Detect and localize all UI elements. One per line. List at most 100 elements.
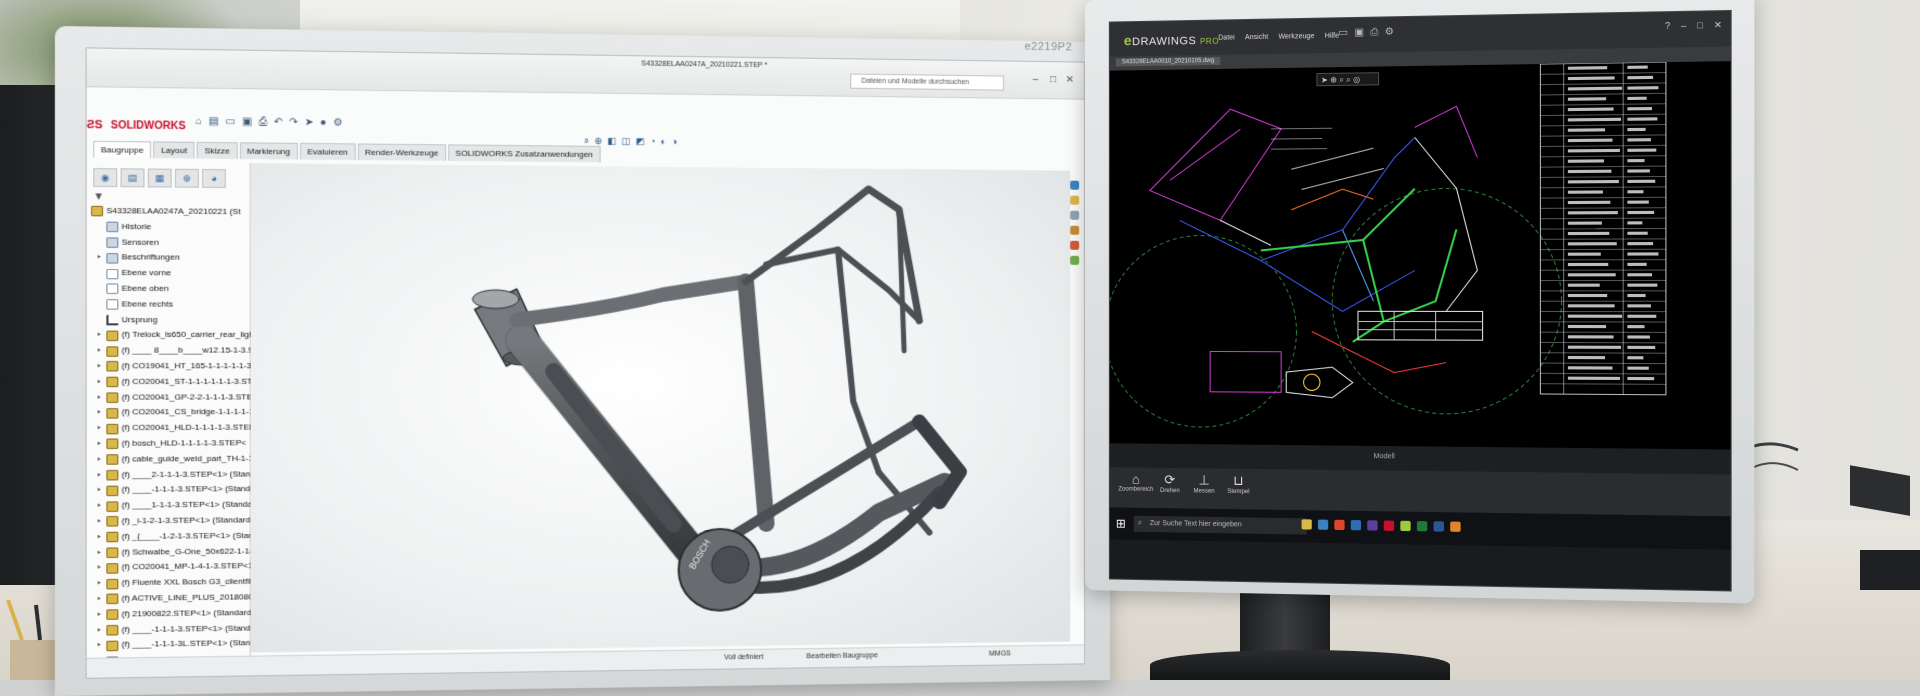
search-input[interactable]: Dateien und Modelle durchsuchen (850, 73, 1004, 90)
file-explorer-icon[interactable] (1070, 211, 1079, 220)
scene-icon[interactable]: ◑ (671, 136, 677, 147)
drawing-canvas[interactable]: ➤ ⊕ ⌕ ⌕ ◎ (1110, 61, 1731, 449)
tree-item[interactable]: ▸(f) bosch_HLD-1-1-1-1-3.STEP< (91, 436, 254, 452)
feature-tree-tab-icon[interactable]: ◉ (93, 168, 117, 187)
tab-layout[interactable]: Layout (153, 141, 194, 158)
options-icon[interactable]: ⚙ (1385, 26, 1394, 37)
options-icon[interactable]: ⚙ (333, 117, 343, 129)
design-library-icon[interactable] (1070, 196, 1079, 205)
tree-item[interactable]: ▸(f) Schwalbe_G-One_50x622-1-1- (91, 544, 254, 561)
expand-arrow-icon[interactable]: ▸ (98, 467, 107, 483)
expand-arrow-icon[interactable]: ▸ (98, 343, 107, 359)
tree-item[interactable]: ▸(f) CO20041_GP-2-2-1-1-1-3.STEP (91, 390, 254, 406)
tree-item[interactable]: Ebene oben (91, 281, 254, 297)
maximize-icon[interactable]: □ (1050, 74, 1056, 85)
tree-item[interactable]: ▸(f) ____2-1-1-1-3.STEP<1> (Standard (91, 467, 254, 483)
tree-item[interactable]: ▸(f) _i-1-2-1-3.STEP<1> (Standard (91, 513, 254, 530)
home-icon[interactable]: ⌂ (196, 116, 203, 128)
tree-item[interactable]: Ebene rechts (91, 297, 254, 313)
menu-hilfe[interactable]: Hilfe (1325, 33, 1339, 40)
expand-arrow-icon[interactable]: ▸ (98, 436, 107, 452)
document-tab[interactable]: S43328ELAA0010_20210105.dwg (1116, 57, 1220, 67)
graphics-area[interactable]: BOSCH (251, 163, 1070, 652)
tree-item[interactable]: ▸(f) CO20041_HLD-1-1-1-1-3.STEP< (91, 420, 254, 436)
view-palette-icon[interactable] (1070, 226, 1079, 235)
powerpoint-icon[interactable] (1450, 522, 1460, 532)
expand-arrow-icon[interactable]: ▸ (98, 250, 107, 266)
tree-item[interactable]: ▸(f) CO20041_ST-1-1-1-1-1-1-3.STE (91, 374, 254, 390)
save-icon[interactable]: ▣ (242, 116, 252, 128)
property-manager-tab-icon[interactable]: ▤ (121, 168, 145, 187)
tree-item[interactable]: ▸(f) CO20041_CS_bridge-1-1-1-1-1 (91, 405, 254, 421)
tree-item[interactable]: ▸(f) _{____-1-2-1-3.STEP<1> (Stan (91, 528, 254, 545)
expand-arrow-icon[interactable]: ▸ (98, 622, 107, 638)
appearances-icon[interactable] (1070, 241, 1079, 250)
expand-arrow-icon[interactable]: ▸ (98, 359, 107, 375)
tab-markierung[interactable]: Markierung (240, 142, 298, 159)
maximize-icon[interactable]: □ (1697, 20, 1703, 32)
expand-arrow-icon[interactable]: ▸ (98, 374, 107, 390)
select-icon[interactable]: ➤ (305, 117, 314, 129)
appearance-icon[interactable]: ◐ (661, 136, 667, 147)
tree-root[interactable]: S43328ELAA0247A_20210221 (St (91, 204, 254, 221)
expand-arrow-icon[interactable]: ▸ (98, 560, 107, 576)
expand-arrow-icon[interactable]: ▸ (98, 421, 107, 437)
tree-item[interactable]: Ebene vorne (91, 266, 254, 282)
tree-item[interactable]: ▸(f) Fluente XXL Bosch G3_clientfil (91, 575, 254, 592)
tree-item[interactable]: ▸Beschriftungen (91, 250, 254, 266)
expand-arrow-icon[interactable]: ▸ (98, 390, 107, 406)
tree-item[interactable]: ▸(f) Trelock_ls650_carrier_rear_light (91, 328, 254, 344)
solidworks-icon[interactable] (1384, 521, 1394, 531)
configuration-tab-icon[interactable]: ▦ (148, 169, 172, 188)
tree-item[interactable]: ▸(f) ____-1-1-1-3.STEP<1> (Standar (91, 482, 254, 498)
windows-start-icon[interactable]: ⊞ (1116, 516, 1126, 530)
save-icon[interactable]: ▣ (1354, 27, 1364, 38)
hide-show-icon[interactable]: ◔ (650, 136, 656, 147)
view-orientation-icon[interactable]: ◫ (622, 136, 631, 147)
close-icon[interactable]: ✕ (1714, 20, 1722, 32)
expand-arrow-icon[interactable]: ▸ (98, 545, 107, 561)
edge-icon[interactable] (1318, 520, 1328, 530)
dimxpert-tab-icon[interactable]: ⊕ (175, 169, 199, 188)
menu-datei[interactable]: Datei (1218, 34, 1235, 41)
tree-item[interactable]: ▸(f) cable_guide_weld_part_TH-1-1 (91, 451, 254, 467)
expand-arrow-icon[interactable]: ▸ (98, 591, 107, 607)
minimize-icon[interactable]: – (1033, 74, 1039, 85)
open-icon[interactable]: ▭ (225, 116, 235, 128)
section-view-icon[interactable]: ◧ (608, 136, 617, 147)
help-icon[interactable]: ? (1665, 20, 1670, 32)
tree-item[interactable]: ▸(f) ____ 8____b____w12.15-1-3.ST (91, 343, 254, 359)
edrawings-icon[interactable] (1400, 521, 1410, 531)
menu-werkzeuge[interactable]: Werkzeuge (1278, 33, 1314, 41)
expand-arrow-icon[interactable]: ▸ (98, 498, 107, 514)
tree-item[interactable]: ▸(f) ____-1-1-1-3L.STEP<1> (Stand (91, 636, 254, 654)
tree-item[interactable]: Ursprung (91, 312, 254, 328)
close-icon[interactable]: ✕ (1066, 74, 1074, 85)
display-manager-tab-icon[interactable]: ◕ (202, 169, 226, 188)
rebuild-icon[interactable]: ● (320, 117, 326, 128)
menu-ansicht[interactable]: Ansicht (1245, 34, 1268, 41)
print-icon[interactable]: ⎙ (259, 116, 268, 128)
tree-item[interactable]: Historie (91, 219, 254, 235)
tab-solidworks-zusatzanwendungen[interactable]: SOLIDWORKS Zusatzanwendungen (448, 144, 600, 162)
teams-icon[interactable] (1367, 520, 1377, 530)
resources-icon[interactable] (1070, 181, 1079, 190)
print-icon[interactable]: ⎙ (1370, 27, 1378, 38)
expand-arrow-icon[interactable]: ▸ (98, 638, 107, 654)
expand-arrow-icon[interactable]: ▸ (98, 405, 107, 421)
minimize-icon[interactable]: – (1681, 20, 1686, 32)
new-document-icon[interactable]: ▤ (209, 116, 219, 128)
tab-skizze[interactable]: Skizze (197, 142, 238, 159)
tree-item[interactable]: ▸(f) CO20041_MP-1-4-1-3.STEP<1> (91, 559, 254, 576)
expand-arrow-icon[interactable]: ▸ (98, 328, 107, 344)
expand-arrow-icon[interactable]: ▸ (98, 452, 107, 468)
tab-baugruppe[interactable]: Baugruppe (93, 141, 151, 158)
chrome-icon[interactable] (1334, 520, 1344, 530)
expand-arrow-icon[interactable]: ▸ (98, 514, 107, 530)
tree-item[interactable]: ▸(f) ____1-1-1-3.STEP<1> (Standard< (91, 498, 254, 515)
expand-arrow-icon[interactable]: ▸ (98, 607, 107, 623)
undo-icon[interactable]: ↶ (274, 117, 283, 129)
word-icon[interactable] (1434, 521, 1444, 531)
filter-icon[interactable]: ▼ (93, 191, 104, 203)
tree-item[interactable]: Sensoren (91, 235, 254, 251)
